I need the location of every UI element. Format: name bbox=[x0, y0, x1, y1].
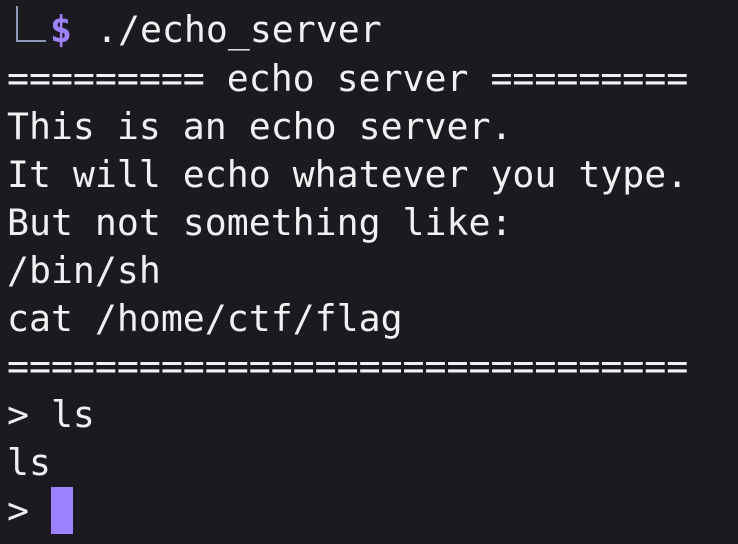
command-text: ./echo_server bbox=[96, 8, 382, 51]
output-line: But not something like: bbox=[7, 201, 513, 244]
output-line: /bin/sh bbox=[7, 249, 161, 292]
output-line: cat /home/ctf/flag bbox=[7, 297, 403, 340]
banner-top: ========= echo server ========= bbox=[7, 57, 689, 100]
prompt-symbol: $ bbox=[50, 8, 72, 51]
input-prompt: > bbox=[7, 489, 51, 532]
output-line: This is an echo server. bbox=[7, 105, 513, 148]
prompt-line: $ ./echo_server bbox=[0, 6, 382, 54]
input-echo-line: > ls bbox=[7, 393, 95, 436]
active-input-line[interactable]: > bbox=[7, 487, 73, 535]
terminal-window[interactable]: $ ./echo_server ========= echo server ==… bbox=[0, 0, 738, 544]
banner-bottom: =============================== bbox=[7, 345, 689, 388]
output-line: ls bbox=[7, 441, 51, 484]
tree-branch-icon bbox=[16, 6, 46, 42]
output-line: It will echo whatever you type. bbox=[7, 153, 689, 196]
text-cursor[interactable] bbox=[50, 487, 73, 534]
